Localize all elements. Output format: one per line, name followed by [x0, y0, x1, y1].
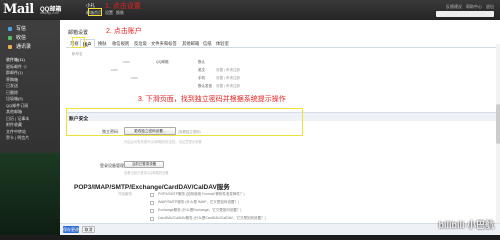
info-cell[interactable]: 设置 | 申请注册 — [216, 68, 240, 73]
top-bar: Mail QQ邮箱 mail.qq.com 小礼 邮箱首页 设置 换肤 反馈建议 帮助… — [0, 0, 500, 20]
info-row: .com QQ邮箱 默认 — [66, 60, 496, 68]
info-cell: 帐号名 — [72, 52, 83, 56]
service-label: 开启服务: — [118, 192, 133, 196]
scrollbar[interactable] — [496, 44, 500, 223]
info-cell: 默认发信 — [198, 84, 212, 88]
sidebar-background-tree — [0, 153, 60, 235]
contacts-item[interactable]: 通讯录 — [0, 42, 60, 51]
service-text: Exchange服务 (什么是Exchange，它又是如何设置？) — [158, 208, 242, 212]
sidebar-main: 写信 收信 通讯录 — [0, 20, 60, 51]
tab-spam[interactable]: 反垃圾 — [132, 39, 149, 48]
inbox-label: 收信 — [16, 35, 27, 41]
contacts-icon — [8, 44, 12, 49]
compose-icon — [8, 26, 12, 31]
contacts-label: 通讯录 — [16, 44, 32, 50]
service-checkbox[interactable] — [150, 209, 154, 213]
service-row: IMAP/SMTP服务 (什么是 IMAP，它又是如何设置？) — [66, 200, 496, 208]
pop-section-title: POP3/IMAP/SMTP/Exchange/CardDAV/CalDAV服务 — [74, 184, 230, 191]
settings-footer: 保存更改 取消 — [60, 223, 500, 235]
page-title: 邮箱设置 — [68, 30, 89, 36]
cancel-button[interactable]: 取消 — [82, 226, 95, 233]
logout-link[interactable]: 退出 — [486, 4, 494, 9]
account-info: 帐号名 .com QQ邮箱 默认 .com 英文 设置 | 申请注册 .com 手机 设置 … — [66, 52, 496, 92]
scroll-thumb[interactable] — [496, 104, 500, 144]
tab-folders[interactable]: 文件夹和标签 — [149, 39, 179, 48]
highlight-password-area — [66, 108, 303, 136]
save-button[interactable]: 保存更改 — [63, 226, 79, 233]
watermark: bilibili 小巴航 — [438, 220, 495, 230]
tab-skin[interactable]: 换肤 — [96, 39, 109, 48]
logo[interactable]: Mail — [3, 2, 34, 17]
compose-label: 写信 — [16, 26, 27, 32]
compose-item[interactable]: 写信 — [0, 24, 60, 33]
sidebar: 写信 收信 通讯录 收件箱(11) 星标邮件 ☆ 群邮件(1) 草稿箱 已发送 … — [0, 20, 60, 235]
info-row: .com 英文 设置 | 申请注册 — [66, 68, 496, 76]
highlight-account-tab — [72, 37, 85, 48]
service-checkbox[interactable] — [150, 217, 154, 221]
folder-item[interactable]: 贺卡 | 明信片 — [0, 135, 60, 142]
info-row: .com 手机 设置 | 申请注册 — [66, 76, 496, 84]
tab-lab[interactable]: 体验室 — [214, 39, 231, 48]
tab-stationery[interactable]: 信纸 — [201, 39, 214, 48]
info-cell: .com — [110, 68, 118, 72]
highlight-settings — [88, 8, 102, 16]
tab-rules[interactable]: 收信规则 — [110, 39, 131, 48]
tab-other-mail[interactable]: 其他邮箱 — [180, 39, 201, 48]
service-row: 开启服务: POP3/SMTP服务 (如何使用 Foxmail 等软件收发邮件？) — [66, 192, 496, 200]
info-cell: .com — [122, 60, 130, 64]
service-checkbox[interactable] — [150, 193, 154, 197]
service-text: CardDAV/CalDAV服务 (什么是CardDAV/CalDAV，它又是如… — [158, 216, 266, 220]
inbox-icon — [8, 35, 12, 40]
devices-button[interactable]: 当前已登录设备 — [124, 161, 164, 168]
annotation-step1: 1. 点击设置 — [105, 3, 141, 10]
logo-subtitle: mail.qq.com — [40, 11, 59, 15]
annotation-step2: 2. 点击账户 — [106, 28, 142, 35]
top-right-links: 反馈建议 帮助中心 退出 — [442, 4, 494, 10]
device-note: 查看当前已登录QQ邮箱的设备 — [124, 171, 169, 175]
service-checkbox[interactable] — [150, 201, 154, 205]
search-input[interactable] — [436, 11, 494, 17]
feedback-link[interactable]: 反馈建议 — [446, 4, 462, 9]
annotation-step3: 3. 下滑页面，找到独立密码并根据系统提示操作 — [138, 96, 286, 103]
info-row: 帐号名 — [66, 52, 496, 60]
service-text: IMAP/SMTP服务 (什么是 IMAP，它又是如何设置？) — [158, 200, 240, 204]
folder-list: 收件箱(11) 星标邮件 ☆ 群邮件(1) 草稿箱 已发送 已删除 垃圾箱(5)… — [0, 57, 60, 142]
info-cell: QQ邮箱 — [156, 60, 169, 64]
service-text: POP3/SMTP服务 (如何使用 Foxmail 等软件收发邮件？) — [158, 192, 245, 196]
settings-tabs: 常规 账户 换肤 收信规则 反垃圾 文件夹和标签 其他邮箱 信纸 体验室 — [66, 39, 496, 48]
info-cell: 手机 — [198, 76, 205, 80]
info-cell[interactable]: 设置 | 申请注册 — [216, 76, 240, 81]
info-cell: 英文 — [198, 68, 205, 72]
info-cell: .com — [130, 76, 138, 80]
info-cell: 默认 — [198, 60, 205, 64]
password-description: 开启后可有效提升QQ邮箱的安全性，请注意提示设置 — [124, 140, 202, 144]
info-cell[interactable]: 设置 | 申请注册 — [216, 84, 240, 89]
help-link[interactable]: 帮助中心 — [466, 4, 482, 9]
service-row: Exchange服务 (什么是Exchange，它又是如何设置？) — [66, 208, 496, 216]
device-label: 登录设备管理: — [100, 163, 126, 168]
inbox-item[interactable]: 收信 — [0, 33, 60, 42]
info-row: 默认发信 设置 | 申请注册 — [66, 84, 496, 92]
